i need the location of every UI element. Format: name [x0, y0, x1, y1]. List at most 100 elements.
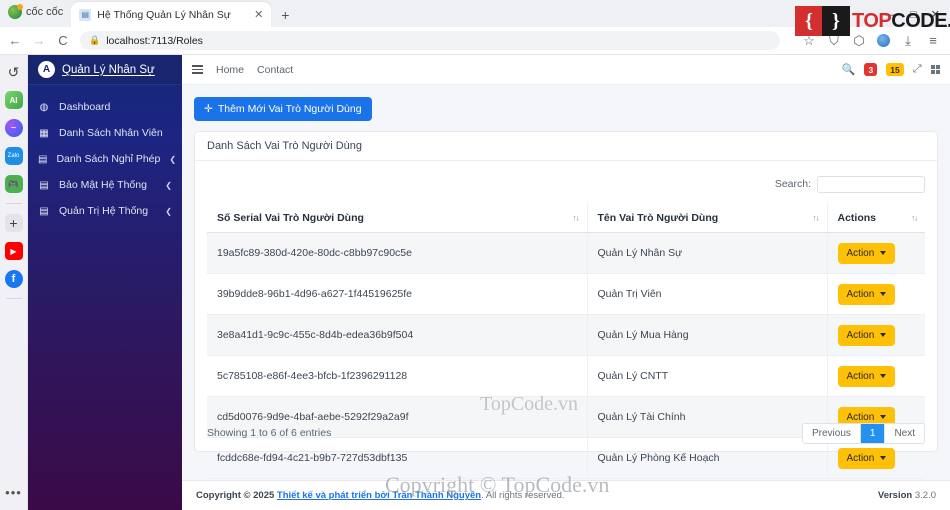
- url-input[interactable]: 🔒 localhost:7113/Roles: [80, 31, 780, 50]
- notification-badge-red[interactable]: 3: [864, 63, 878, 76]
- page-body: ✛ Thêm Mới Vai Trò Người Dùng Danh Sách …: [182, 85, 950, 510]
- entries-info: Showing 1 to 6 of 6 entries: [207, 427, 332, 439]
- search-icon[interactable]: 🔍: [842, 63, 856, 76]
- forward-icon[interactable]: →: [32, 33, 46, 48]
- sort-icon: ↑↓: [911, 213, 918, 223]
- app-sidebar: A Quản Lý Nhân Sự ◍ Dashboard ▦ Danh Sác…: [28, 55, 182, 510]
- action-dropdown-button[interactable]: Action: [837, 283, 896, 305]
- cell-actions: Action: [827, 232, 925, 274]
- sidebar-item-system-security[interactable]: ▤ Bảo Mật Hệ Thống ❮: [28, 172, 182, 198]
- game-icon[interactable]: 🎮: [4, 175, 23, 193]
- tab-title: Hệ Thống Quản Lý Nhân Sự: [97, 8, 231, 21]
- reload-icon[interactable]: C: [56, 33, 70, 48]
- action-dropdown-button[interactable]: Action: [837, 365, 896, 387]
- coccoc-brand-label: cốc cốc: [26, 6, 64, 18]
- app-content: Home Contact 🔍 3 15 ⤢ ✛ Thêm Mới Vai Trò…: [182, 55, 950, 510]
- chevron-down-icon: [880, 456, 887, 460]
- sidebar-item-label: Bảo Mật Hệ Thống: [59, 179, 147, 191]
- cell-serial: 19a5fc89-380d-420e-80dc-c8bb97c90c5e: [207, 232, 588, 274]
- cell-actions: Action: [827, 355, 925, 397]
- column-header-actions[interactable]: Actions ↑↓: [827, 204, 925, 233]
- ai-icon[interactable]: AI: [4, 91, 23, 109]
- add-user-role-label: Thêm Mới Vai Trò Người Dùng: [217, 103, 362, 115]
- chevron-down-icon: [880, 374, 887, 378]
- new-tab-button[interactable]: +: [271, 7, 299, 27]
- app-logo-icon: A: [38, 61, 55, 78]
- card-title: Danh Sách Vai Trò Người Dùng: [195, 132, 937, 161]
- sidebar-item-dashboard[interactable]: ◍ Dashboard: [28, 94, 182, 120]
- search-input[interactable]: [817, 175, 925, 193]
- notification-badge-amber[interactable]: 15: [886, 63, 904, 76]
- chevron-left-icon: ❮: [165, 180, 172, 190]
- sidebar-toggle-icon[interactable]: [192, 65, 203, 74]
- sort-icon: ↑↓: [812, 213, 820, 223]
- browser-tab[interactable]: ▤ Hệ Thống Quản Lý Nhân Sự ✕: [71, 2, 272, 27]
- cell-serial: 39b9dde8-96b1-4d96-a627-1f44519625fe: [207, 273, 588, 315]
- footer-author-link[interactable]: Thiết kế và phát triển bởi Trần Thành Ng…: [277, 490, 481, 501]
- cell-name: Quản Trị Viên: [587, 273, 828, 315]
- rail-more-icon[interactable]: •••: [5, 485, 22, 500]
- sidebar-item-leave-list[interactable]: ▤ Danh Sách Nghỉ Phép ❮: [28, 146, 182, 172]
- apps-grid-icon[interactable]: [930, 64, 940, 75]
- back-icon[interactable]: ←: [8, 33, 22, 48]
- sidebar-item-system-admin[interactable]: ▤ Quản Trị Hệ Thống ❮: [28, 198, 182, 224]
- shield-icon[interactable]: ⛉: [827, 33, 841, 49]
- table-header: Số Serial Vai Trò Người Dùng ↑↓ Tên Vai …: [207, 204, 925, 233]
- action-dropdown-button[interactable]: Action: [837, 242, 896, 264]
- column-header-serial-label: Số Serial Vai Trò Người Dùng: [217, 212, 364, 224]
- add-user-role-button[interactable]: ✛ Thêm Mới Vai Trò Người Dùng: [194, 97, 372, 121]
- app-topnav: Home Contact 🔍 3 15 ⤢: [182, 55, 950, 85]
- bookmark-star-icon[interactable]: ☆: [802, 33, 816, 49]
- window-minimize-button[interactable]: —: [885, 9, 896, 21]
- chevron-down-icon: [880, 333, 887, 337]
- zalo-icon[interactable]: Zalo: [4, 147, 23, 165]
- chevron-left-icon: ❮: [165, 206, 172, 216]
- table-icon: ▤: [39, 179, 49, 191]
- youtube-icon[interactable]: ▶: [4, 242, 23, 260]
- add-icon[interactable]: +: [4, 214, 23, 232]
- action-dropdown-button[interactable]: Action: [837, 324, 896, 346]
- history-icon[interactable]: ↺: [5, 63, 23, 81]
- sidebar-item-employee-list[interactable]: ▦ Danh Sách Nhân Viên: [28, 120, 182, 146]
- messenger-icon[interactable]: ~: [4, 119, 23, 137]
- expand-icon[interactable]: ⤢: [913, 63, 922, 76]
- tab-favicon-icon: ▤: [79, 8, 92, 21]
- app-root: cốc cốc ▤ Hệ Thống Quản Lý Nhân Sự ✕ + —…: [0, 0, 950, 510]
- column-header-name[interactable]: Tên Vai Trò Người Dùng ↑↓: [587, 204, 828, 233]
- tab-close-icon[interactable]: ✕: [254, 8, 263, 21]
- cell-actions: Action: [827, 273, 925, 315]
- browser-menu-icon[interactable]: ≡: [926, 33, 940, 48]
- sidebar-brand-label: Quản Lý Nhân Sự: [62, 63, 155, 76]
- search-row: Search:: [207, 171, 925, 197]
- sidebar-brand[interactable]: A Quản Lý Nhân Sự: [28, 55, 182, 85]
- footer-copyright: Copyright © 2025 Thiết kế và phát triển …: [196, 490, 565, 501]
- sidebar-item-label: Danh Sách Nghỉ Phép: [56, 153, 161, 165]
- table-row: 39b9dde8-96b1-4d96-a627-1f44519625fe Quả…: [207, 273, 925, 315]
- facebook-icon[interactable]: f: [4, 270, 23, 288]
- chevron-down-icon: [880, 251, 887, 255]
- topnav-actions: 🔍 3 15 ⤢: [842, 63, 940, 76]
- action-label: Action: [846, 370, 875, 382]
- extensions-puzzle-icon[interactable]: ⬡: [852, 33, 866, 49]
- profile-avatar-icon[interactable]: [877, 34, 890, 47]
- speedometer-icon: ◍: [39, 101, 49, 113]
- sidebar-item-label: Danh Sách Nhân Viên: [59, 127, 163, 139]
- table-row: 5c785108-e86f-4ee3-bfcb-1f2396291128 Quả…: [207, 355, 925, 397]
- footer-version-number: 3.2.0: [914, 490, 936, 501]
- cell-name: Quản Lý CNTT: [587, 355, 828, 397]
- window-close-button[interactable]: ✕: [931, 8, 940, 21]
- nav-link-home[interactable]: Home: [216, 64, 244, 76]
- column-header-serial[interactable]: Số Serial Vai Trò Người Dùng ↑↓: [207, 204, 588, 233]
- footer-version: Version 3.2.0: [878, 490, 936, 501]
- window-maximize-button[interactable]: □: [910, 9, 917, 21]
- search-label: Search:: [774, 178, 811, 190]
- column-header-name-label: Tên Vai Trò Người Dùng: [597, 212, 719, 224]
- pagination-previous[interactable]: Previous: [802, 423, 861, 443]
- action-label: Action: [846, 452, 875, 464]
- footer-copyright-prefix: Copyright © 2025: [196, 490, 277, 501]
- cell-name: Quản Lý Mua Hàng: [587, 314, 828, 356]
- nav-link-contact[interactable]: Contact: [257, 64, 293, 76]
- pagination-page-1[interactable]: 1: [860, 423, 886, 443]
- pagination-next[interactable]: Next: [885, 423, 924, 443]
- download-icon[interactable]: ⤓: [901, 33, 915, 49]
